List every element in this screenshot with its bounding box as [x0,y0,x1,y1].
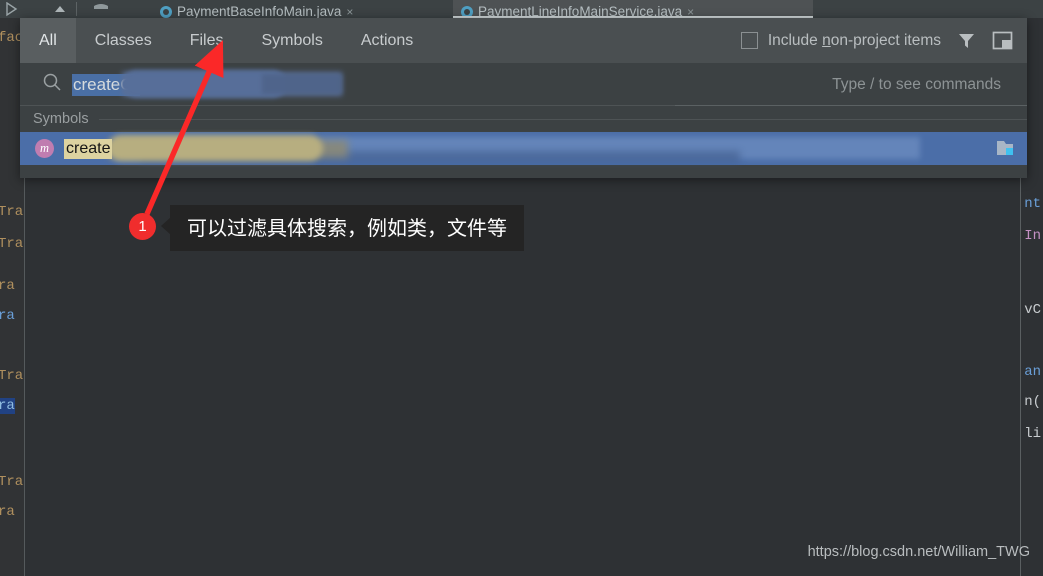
group-label: Symbols [33,111,89,127]
code-fragment: ra [0,504,15,520]
search-everywhere-popup: All Classes Files Symbols Actions Includ… [20,18,1027,178]
filter-funnel-icon[interactable] [955,30,977,52]
file-icon [995,139,1015,163]
search-header-right: Include non-project items [740,30,1027,52]
editor-tab[interactable]: PaymentBaseInfoMain.java × [152,0,437,18]
editor-tab-label: PaymentBaseInfoMain.java [177,4,342,19]
code-fragment: nt [1024,196,1041,212]
java-class-icon [160,6,172,18]
search-filter-tabs: All Classes Files Symbols Actions [20,18,432,63]
editor-tab-bar: PaymentBaseInfoMain.java × PaymentLineIn… [152,0,1043,18]
annotation-badge-1: 1 [129,213,156,240]
code-fragment: ra [0,308,15,324]
toolbar-separator [76,2,77,16]
search-icon [42,72,62,97]
callout-tail [161,217,171,235]
code-fragment: n( [1024,394,1041,410]
tab-actions[interactable]: Actions [342,18,432,63]
preview-panel-icon[interactable] [991,30,1013,52]
run-icon[interactable] [4,1,20,23]
annotation-text: 可以过滤具体搜索，例如类，文件等 [170,205,524,251]
screen-root: face Tra Tra ra ra Tra ra Tra ra nt In v… [0,0,1043,576]
code-fragment: Tra [0,236,24,252]
search-result-label: create [64,138,113,159]
tab-symbols[interactable]: Symbols [242,18,341,63]
group-divider [98,118,1027,120]
code-fragment: In [1024,228,1041,244]
annotation-callout: 可以过滤具体搜索，例如类，文件等 [161,205,524,251]
commands-hint: Type / to see commands [832,75,1001,93]
redacted-result-blur [108,135,323,161]
tab-files[interactable]: Files [171,18,243,63]
tab-classes[interactable]: Classes [76,18,171,63]
code-fragment: Tra [0,204,24,220]
method-icon: m [35,139,54,158]
search-input-row[interactable]: createOr Type / to see commands [20,63,1027,106]
tab-label: Actions [360,31,414,49]
tab-label: All [39,31,57,49]
search-result-row[interactable]: m create [20,132,1027,165]
tab-all[interactable]: All [20,18,76,63]
code-fragment: li [1024,426,1041,442]
code-fragment: Tra [0,474,24,490]
tab-label: Symbols [261,31,323,49]
close-icon[interactable]: × [346,6,353,18]
code-fragment-selected: ra [0,398,15,414]
code-fragment: vC [1024,302,1041,318]
redacted-query-blur [262,74,342,94]
code-fragment: an [1024,364,1041,380]
checkbox-box[interactable] [740,32,758,49]
ide-toolbar [0,0,152,18]
editor-tab-active[interactable]: PaymentLineInfoMainService.java × [453,0,813,18]
search-everywhere-header: All Classes Files Symbols Actions Includ… [20,18,1027,63]
include-non-project-items-checkbox[interactable]: Include non-project items [740,31,941,50]
code-fragment: Tra [0,368,24,384]
checkbox-label: Include non-project items [767,31,941,49]
code-fragment: ra [0,278,15,294]
tab-label: Files [189,31,224,49]
search-query-box[interactable]: createOr [72,63,832,106]
watermark: https://blog.csdn.net/William_TWG [807,544,1030,560]
result-group-header: Symbols [20,106,1027,132]
tab-label: Classes [94,31,152,49]
